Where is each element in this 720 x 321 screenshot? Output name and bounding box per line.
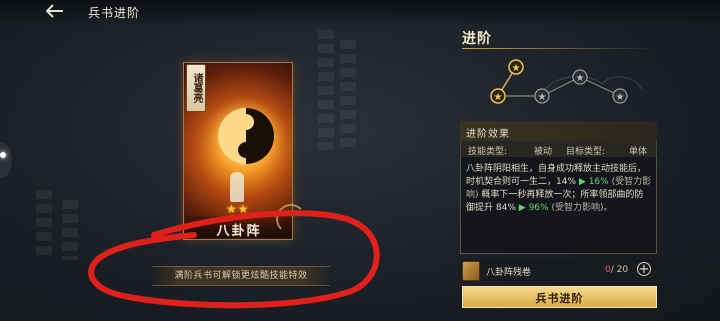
- svg-text:★: ★: [512, 63, 521, 74]
- yin-yang-icon: [218, 108, 274, 164]
- page-title: 兵书进阶: [88, 6, 141, 20]
- plus-icon[interactable]: +: [637, 262, 651, 276]
- background-calligraphy: [318, 30, 334, 150]
- arrow-left-icon: [45, 4, 63, 18]
- star-node-3[interactable]: ★: [534, 88, 550, 104]
- desc-value-2-from: 84%: [495, 203, 516, 213]
- target-type-label: 目标类型:: [566, 147, 606, 157]
- scroll-icon[interactable]: [462, 261, 480, 281]
- star-node-5[interactable]: ★: [612, 88, 628, 104]
- svg-text:★: ★: [494, 92, 503, 103]
- effect-description: 八卦阵阴阳相生，自身成功释放主动技能后，时机契合则可一生二，14% ▶ 16% …: [466, 163, 652, 215]
- svg-text:★: ★: [616, 92, 625, 103]
- svg-text:★: ★: [538, 92, 547, 103]
- star-node-1[interactable]: ★: [508, 59, 524, 75]
- material-count: 0/ 20: [605, 265, 628, 275]
- target-type-value: 单体: [629, 147, 648, 157]
- material-need: / 20: [610, 265, 629, 275]
- general-figure: [230, 172, 244, 202]
- background-calligraphy: [340, 40, 356, 150]
- sparkle-icon: [0, 152, 6, 158]
- general-name-tag: 诸葛亮: [186, 64, 206, 112]
- skill-type-label: 技能类型:: [468, 147, 508, 157]
- heading-divider: [462, 48, 656, 49]
- increase-arrow-icon: ▶: [518, 203, 526, 213]
- background-calligraphy: [62, 200, 78, 260]
- upgrade-button-label: 兵书进阶: [535, 292, 584, 305]
- desc-value-1-from: 14%: [556, 177, 577, 187]
- svg-text:★: ★: [576, 73, 585, 84]
- desc-value-2-to: 96%: [528, 203, 549, 213]
- star-node-4[interactable]: ★: [572, 69, 588, 85]
- desc-value-1-to: 16%: [588, 177, 609, 187]
- upgrade-heading: 进阶: [462, 31, 492, 47]
- desc-value-2-note: (受智力影响)。: [551, 203, 613, 213]
- skill-type-value: 被动: [534, 147, 553, 157]
- effect-title: 进阶效果: [466, 129, 510, 140]
- increase-arrow-icon: ▶: [578, 177, 586, 187]
- star-progress-graph: ★ ★ ★ ★ ★: [490, 59, 643, 104]
- star-node-2[interactable]: ★: [490, 88, 506, 104]
- red-annotation-scribble: [88, 210, 380, 309]
- background-calligraphy: [36, 190, 52, 260]
- side-tab[interactable]: [0, 142, 12, 178]
- back-button[interactable]: [45, 4, 72, 20]
- material-name: 八卦阵残卷: [486, 268, 532, 278]
